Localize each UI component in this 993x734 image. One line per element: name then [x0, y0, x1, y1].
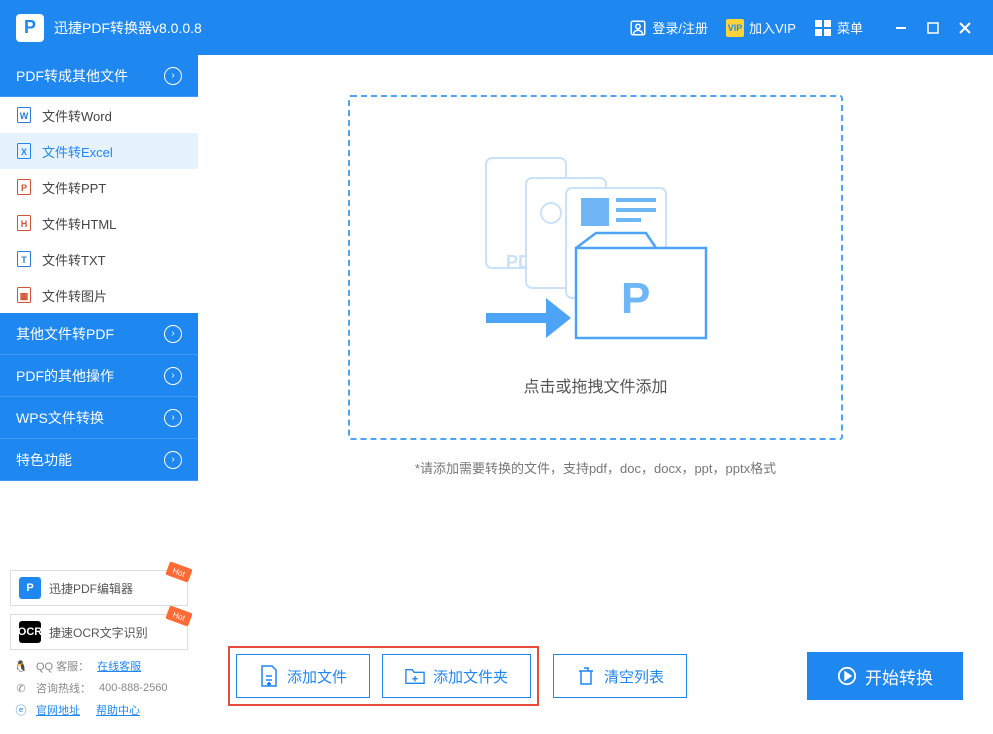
menu-label: 菜单 [837, 18, 863, 37]
sidebar-item-label: 文件转Excel [42, 142, 113, 161]
qq-icon: 🐧 [14, 659, 28, 673]
category-header[interactable]: 其他文件转PDF › [0, 313, 198, 355]
vip-label: 加入VIP [749, 18, 796, 37]
svg-text:P: P [21, 183, 27, 193]
add-file-label: 添加文件 [287, 666, 347, 687]
site-link[interactable]: 官网地址 [36, 702, 80, 718]
sidebar-item[interactable]: P 文件转PPT [0, 169, 198, 205]
close-button[interactable] [953, 16, 977, 40]
grid-icon [814, 19, 832, 37]
hint-text: *请添加需要转换的文件，支持pdf，doc，docx，ppt，pptx格式 [228, 458, 963, 477]
add-folder-button[interactable]: 添加文件夹 [382, 654, 531, 698]
minimize-button[interactable] [889, 16, 913, 40]
filetype-icon: ▦ [16, 287, 32, 303]
menu-button[interactable]: 菜单 [814, 18, 863, 37]
start-convert-button[interactable]: 开始转换 [807, 652, 963, 700]
promo-item[interactable]: P迅捷PDF编辑器Hot [10, 570, 188, 606]
category-label: 其他文件转PDF [16, 324, 114, 344]
category-label: WPS文件转换 [16, 408, 104, 428]
vip-icon: VIP [726, 19, 744, 37]
svg-text:X: X [21, 147, 27, 157]
dropzone-text: 点击或拖拽文件添加 [523, 373, 667, 397]
add-folder-label: 添加文件夹 [433, 666, 508, 687]
hot-badge: Hot [165, 561, 192, 582]
hot-badge: Hot [165, 605, 192, 626]
dropzone[interactable]: PDF P 点击或拖拽文件添加 [348, 95, 843, 440]
sidebar-item[interactable]: T 文件转TXT [0, 241, 198, 277]
category-label: PDF的其他操作 [16, 366, 114, 386]
filetype-icon: H [16, 215, 32, 231]
promo-label: 迅捷PDF编辑器 [49, 580, 133, 597]
category-label: 特色功能 [16, 450, 72, 470]
start-label: 开始转换 [865, 664, 933, 689]
sidebar-item-label: 文件转图片 [42, 286, 107, 305]
globe-icon: ⓔ [14, 703, 28, 717]
svg-text:H: H [21, 219, 28, 229]
chevron-icon: › [164, 451, 182, 469]
filetype-icon: P [16, 179, 32, 195]
clear-label: 清空列表 [604, 666, 664, 687]
chevron-icon: › [164, 325, 182, 343]
app-logo: P [16, 14, 44, 42]
sidebar-item-label: 文件转Word [42, 106, 112, 125]
sidebar: PDF转成其他文件 › W 文件转Word X 文件转Excel P 文件转PPT H 文件转HT… [0, 55, 198, 734]
folder-add-icon [405, 666, 425, 686]
svg-text:W: W [20, 111, 29, 121]
trash-icon [576, 666, 596, 686]
promo-icon: P [19, 577, 41, 599]
svg-text:T: T [21, 255, 27, 265]
hotline-label: 咨询热线： [36, 680, 91, 696]
highlighted-group: 添加文件 添加文件夹 [228, 646, 539, 706]
phone-icon: ✆ [14, 681, 28, 695]
promo-icon: OCR [19, 621, 41, 643]
login-label: 登录/注册 [652, 18, 708, 37]
category-header[interactable]: WPS文件转换 › [0, 397, 198, 439]
dropzone-illustration: PDF P [466, 138, 726, 358]
hotline-line: ✆ 咨询热线： 400-888-2560 [10, 680, 188, 696]
category-header[interactable]: PDF转成其他文件 › [0, 55, 198, 97]
maximize-button[interactable] [921, 16, 945, 40]
sidebar-item[interactable]: W 文件转Word [0, 97, 198, 133]
category-label: PDF转成其他文件 [16, 66, 128, 86]
sidebar-item[interactable]: H 文件转HTML [0, 205, 198, 241]
qq-support-line: 🐧 QQ 客服： 在线客服 [10, 658, 188, 674]
filetype-icon: T [16, 251, 32, 267]
sidebar-item[interactable]: X 文件转Excel [0, 133, 198, 169]
add-file-button[interactable]: 添加文件 [236, 654, 370, 698]
promo-label: 捷速OCR文字识别 [49, 624, 148, 641]
app-title: 迅捷PDF转换器v8.0.0.8 [54, 18, 629, 38]
sidebar-item-label: 文件转HTML [42, 214, 116, 233]
main-panel: PDF P 点击或拖拽文件添加 *请添加需要转换的文件，支持pdf，doc，do… [198, 55, 993, 734]
qq-label: QQ 客服： [36, 658, 89, 674]
filetype-icon: W [16, 107, 32, 123]
category-header[interactable]: PDF的其他操作 › [0, 355, 198, 397]
chevron-icon: › [164, 367, 182, 385]
play-icon [837, 666, 857, 686]
svg-text:▦: ▦ [20, 291, 29, 301]
svg-text:P: P [621, 274, 650, 323]
sidebar-item-label: 文件转TXT [42, 250, 106, 269]
bottom-bar: 添加文件 添加文件夹 清空列表 开始转换 [228, 646, 963, 714]
qq-link[interactable]: 在线客服 [97, 658, 141, 674]
clear-list-button[interactable]: 清空列表 [553, 654, 687, 698]
file-add-icon [259, 666, 279, 686]
promo-item[interactable]: OCR捷速OCR文字识别Hot [10, 614, 188, 650]
filetype-icon: X [16, 143, 32, 159]
chevron-icon: › [164, 409, 182, 427]
vip-button[interactable]: VIP 加入VIP [726, 18, 796, 37]
help-link[interactable]: 帮助中心 [96, 702, 140, 718]
login-button[interactable]: 登录/注册 [629, 18, 708, 37]
sidebar-item-label: 文件转PPT [42, 178, 106, 197]
chevron-icon: › [164, 67, 182, 85]
user-icon [629, 19, 647, 37]
category-header[interactable]: 特色功能 › [0, 439, 198, 481]
titlebar: P 迅捷PDF转换器v8.0.0.8 登录/注册 VIP 加入VIP 菜单 [0, 0, 993, 55]
links-line: ⓔ 官网地址 帮助中心 [10, 702, 188, 718]
hotline-value: 400-888-2560 [99, 682, 168, 694]
sidebar-item[interactable]: ▦ 文件转图片 [0, 277, 198, 313]
